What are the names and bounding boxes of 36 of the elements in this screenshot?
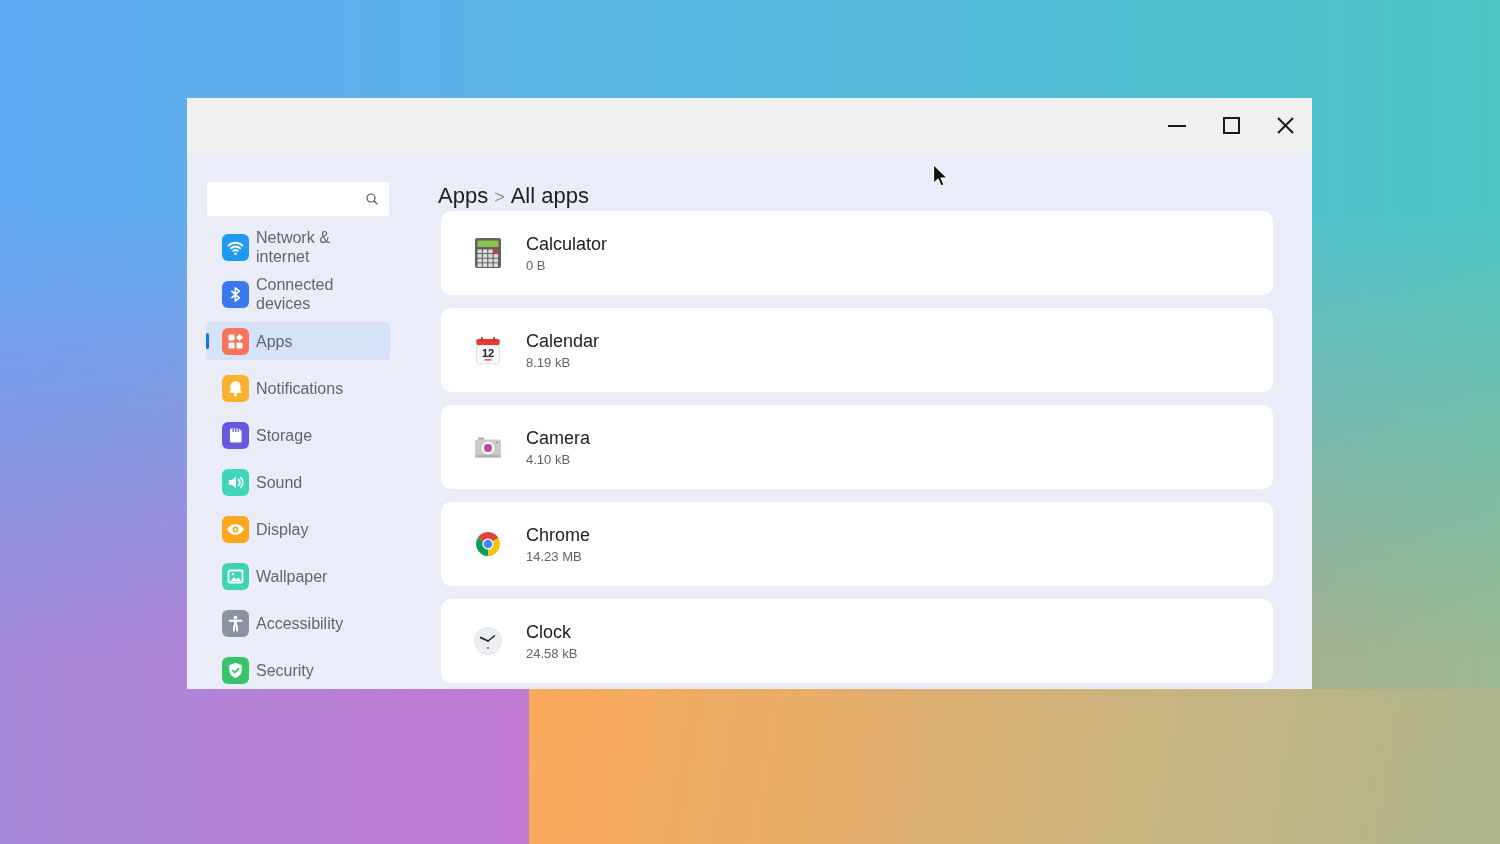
sidebar-item[interactable]: Storage bbox=[206, 416, 390, 454]
page-title: All apps bbox=[510, 183, 589, 209]
app-name: Calculator bbox=[526, 232, 608, 255]
clock-icon bbox=[472, 625, 504, 657]
app-card[interactable]: 12 Calendar 8.19 kB bbox=[441, 308, 1273, 392]
maximize-icon[interactable] bbox=[1222, 117, 1240, 134]
app-size: 24.58 kB bbox=[526, 645, 578, 662]
app-size: 4.10 kB bbox=[526, 451, 572, 468]
sidebar-item[interactable]: Sound bbox=[206, 463, 390, 501]
sidebar-item[interactable]: Notifications bbox=[206, 369, 390, 407]
sidebar-item[interactable]: Connected devices bbox=[206, 275, 390, 313]
app-size: 8.19 kB bbox=[526, 354, 572, 371]
sidebar-item[interactable]: Network & internet bbox=[206, 228, 390, 266]
app-name: Clock bbox=[526, 620, 572, 643]
breadcrumb-link[interactable]: Apps bbox=[438, 183, 489, 209]
cursor-icon bbox=[932, 163, 950, 188]
app-card[interactable]: Camera 4.10 kB bbox=[441, 405, 1273, 489]
app-card[interactable]: Clock 24.58 kB bbox=[441, 599, 1273, 683]
minimize-icon[interactable] bbox=[1168, 124, 1186, 127]
sidebar-item[interactable]: Accessibility bbox=[206, 604, 390, 642]
breadcrumb-separator: > bbox=[494, 186, 505, 209]
sidebar-item[interactable]: Security bbox=[206, 651, 390, 689]
close-icon[interactable] bbox=[1276, 117, 1294, 134]
sidebar-item[interactable]: Apps bbox=[206, 322, 390, 360]
sidebar-item[interactable]: Display bbox=[206, 510, 390, 548]
app-name: Camera bbox=[526, 426, 591, 449]
calculator-icon bbox=[472, 237, 504, 269]
app-size: 14.23 MB bbox=[526, 548, 583, 565]
app-name: Calendar bbox=[526, 329, 600, 352]
sidebar-item[interactable]: Wallpaper bbox=[206, 557, 390, 595]
search-icon[interactable] bbox=[366, 193, 378, 205]
app-name: Chrome bbox=[526, 523, 591, 546]
app-size: 0 B bbox=[526, 257, 547, 274]
search-field[interactable] bbox=[207, 182, 389, 216]
app-card[interactable]: Chrome 14.23 MB bbox=[441, 502, 1273, 586]
app-card[interactable]: Calculator 0 B bbox=[441, 211, 1273, 295]
